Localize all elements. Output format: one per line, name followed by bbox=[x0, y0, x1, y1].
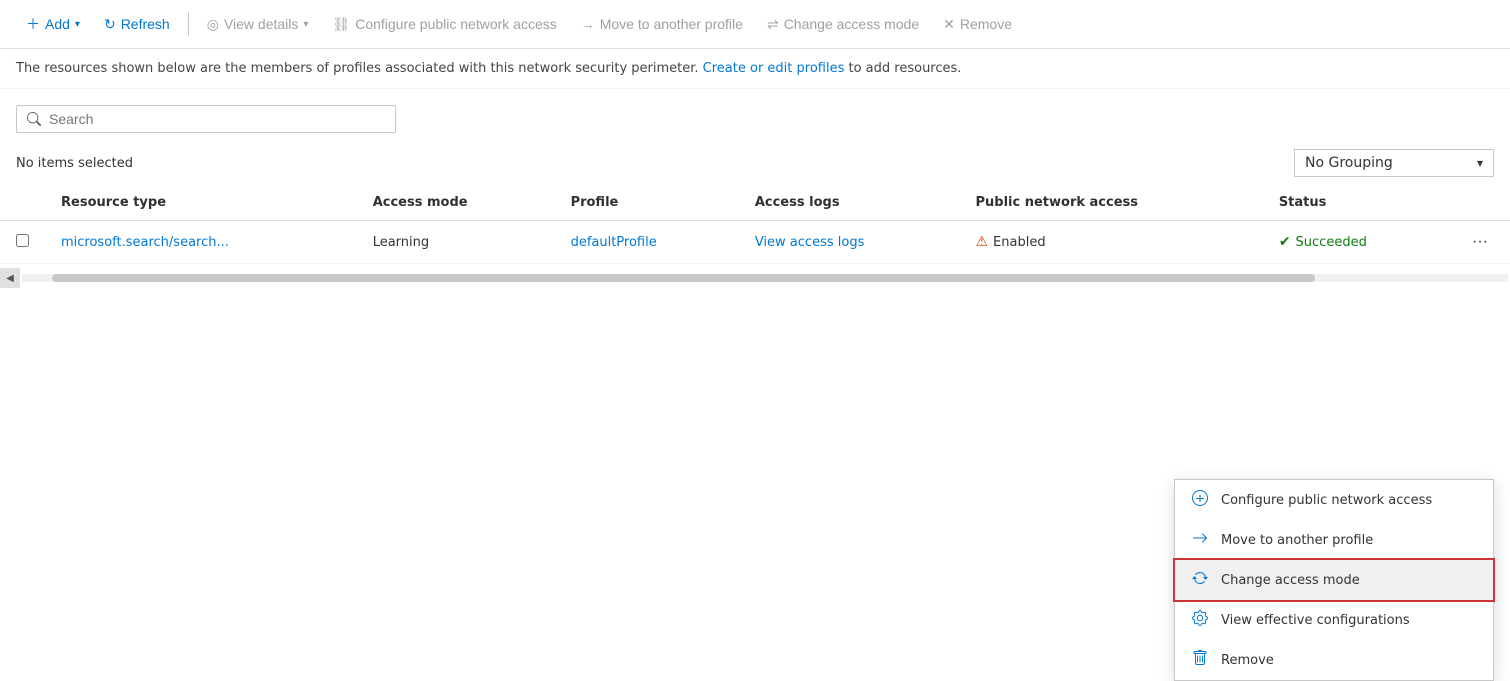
scroll-track[interactable] bbox=[22, 274, 1508, 282]
move-icon: → bbox=[581, 16, 595, 32]
col-header-actions bbox=[1450, 185, 1510, 221]
info-text: The resources shown below are the member… bbox=[16, 61, 699, 76]
context-menu-item-remove[interactable]: Remove bbox=[1175, 640, 1493, 680]
context-menu: Configure public network access Move to … bbox=[1174, 479, 1494, 681]
success-icon: ✔ bbox=[1279, 234, 1291, 250]
remove-icon: ✕ bbox=[943, 16, 955, 33]
grouping-dropdown[interactable]: No Grouping ▾ bbox=[1294, 149, 1494, 177]
row-resource-type: microsoft.search/search... bbox=[45, 221, 357, 264]
profile-link[interactable]: defaultProfile bbox=[571, 235, 657, 250]
col-header-access-mode: Access mode bbox=[357, 185, 555, 221]
move-label: Move to another profile bbox=[600, 16, 743, 32]
warning-icon: ⚠ bbox=[975, 234, 988, 250]
remove-label: Remove bbox=[960, 16, 1012, 32]
status-value: ✔ Succeeded bbox=[1279, 234, 1434, 250]
search-section bbox=[0, 89, 1510, 141]
configure-network-label: Configure public network access bbox=[1221, 493, 1432, 508]
view-details-button[interactable]: ◎ View details ▾ bbox=[197, 10, 319, 39]
add-chevron-icon: ▾ bbox=[75, 19, 80, 30]
row-public-network-access: ⚠ Enabled bbox=[959, 221, 1262, 264]
table-container: Resource type Access mode Profile Access… bbox=[0, 185, 1510, 292]
change-access-label: Change access mode bbox=[1221, 573, 1360, 588]
toolbar: ＋ Add ▾ ↻ Refresh ◎ View details ▾ ⛓ Con… bbox=[0, 0, 1510, 49]
view-details-label: View details bbox=[224, 16, 298, 32]
no-items-text: No items selected bbox=[16, 156, 133, 171]
view-details-icon: ◎ bbox=[207, 16, 219, 33]
refresh-icon: ↻ bbox=[104, 16, 116, 33]
row-access-logs: View access logs bbox=[739, 221, 960, 264]
view-effective-label: View effective configurations bbox=[1221, 613, 1410, 628]
succeeded-text: Succeeded bbox=[1296, 235, 1367, 250]
refresh-label: Refresh bbox=[121, 16, 170, 32]
row-profile: defaultProfile bbox=[555, 221, 739, 264]
view-details-chevron-icon: ▾ bbox=[303, 19, 308, 30]
configure-button[interactable]: ⛓ Configure public network access bbox=[322, 10, 566, 39]
context-menu-item-change-access[interactable]: Change access mode bbox=[1173, 558, 1495, 602]
add-button[interactable]: ＋ Add ▾ bbox=[16, 8, 90, 40]
col-header-checkbox bbox=[0, 185, 45, 221]
search-input[interactable] bbox=[49, 111, 385, 127]
row-checkbox[interactable] bbox=[16, 234, 29, 247]
scroll-left-button[interactable]: ◀ bbox=[0, 268, 20, 288]
info-text-after: to add resources. bbox=[849, 61, 962, 76]
search-icon bbox=[27, 112, 41, 126]
change-mode-icon: ⇌ bbox=[767, 16, 779, 33]
col-header-access-logs: Access logs bbox=[739, 185, 960, 221]
row-more-cell: ··· bbox=[1450, 221, 1510, 264]
move-profile-label: Move to another profile bbox=[1221, 533, 1373, 548]
table-row: microsoft.search/search... Learning defa… bbox=[0, 221, 1510, 264]
col-header-status: Status bbox=[1263, 185, 1450, 221]
remove-label: Remove bbox=[1221, 653, 1274, 668]
context-menu-item-configure[interactable]: Configure public network access bbox=[1175, 480, 1493, 520]
info-bar: The resources shown below are the member… bbox=[0, 49, 1510, 89]
status-bar: No items selected No Grouping ▾ bbox=[0, 141, 1510, 185]
trash-icon bbox=[1191, 650, 1209, 670]
col-header-resource-type: Resource type bbox=[45, 185, 357, 221]
grouping-chevron-icon: ▾ bbox=[1477, 156, 1483, 170]
view-access-logs-link[interactable]: View access logs bbox=[755, 235, 865, 250]
refresh-button[interactable]: ↻ Refresh bbox=[94, 10, 180, 39]
grouping-label: No Grouping bbox=[1305, 155, 1393, 171]
more-actions-button[interactable]: ··· bbox=[1466, 231, 1494, 253]
toolbar-divider-1 bbox=[188, 12, 189, 36]
horizontal-scrollbar[interactable]: ◀ bbox=[0, 264, 1510, 292]
table-header-row: Resource type Access mode Profile Access… bbox=[0, 185, 1510, 221]
search-box[interactable] bbox=[16, 105, 396, 133]
col-header-profile: Profile bbox=[555, 185, 739, 221]
row-access-mode: Learning bbox=[357, 221, 555, 264]
configure-network-icon bbox=[1191, 490, 1209, 510]
main-content: No items selected No Grouping ▾ Resource… bbox=[0, 89, 1510, 292]
row-status: ✔ Succeeded bbox=[1263, 221, 1450, 264]
resource-type-link[interactable]: microsoft.search/search... bbox=[61, 235, 229, 250]
move-profile-icon bbox=[1191, 530, 1209, 550]
add-label: Add bbox=[45, 16, 70, 32]
view-effective-icon bbox=[1191, 610, 1209, 630]
public-network-access-value: ⚠ Enabled bbox=[975, 234, 1246, 250]
configure-icon: ⛓ bbox=[332, 16, 350, 33]
add-icon: ＋ bbox=[26, 14, 40, 34]
resources-table: Resource type Access mode Profile Access… bbox=[0, 185, 1510, 264]
configure-label: Configure public network access bbox=[355, 16, 557, 32]
context-menu-item-view-effective[interactable]: View effective configurations bbox=[1175, 600, 1493, 640]
change-access-icon bbox=[1191, 570, 1209, 590]
scroll-thumb[interactable] bbox=[52, 274, 1315, 282]
enabled-text: Enabled bbox=[993, 235, 1046, 250]
remove-button[interactable]: ✕ Remove bbox=[933, 10, 1022, 39]
row-checkbox-cell[interactable] bbox=[0, 221, 45, 264]
change-mode-label: Change access mode bbox=[784, 16, 919, 32]
change-mode-button[interactable]: ⇌ Change access mode bbox=[757, 10, 929, 39]
create-edit-profiles-link[interactable]: Create or edit profiles bbox=[703, 61, 845, 76]
col-header-public-network-access: Public network access bbox=[959, 185, 1262, 221]
context-menu-item-move[interactable]: Move to another profile bbox=[1175, 520, 1493, 560]
move-button[interactable]: → Move to another profile bbox=[571, 10, 753, 38]
